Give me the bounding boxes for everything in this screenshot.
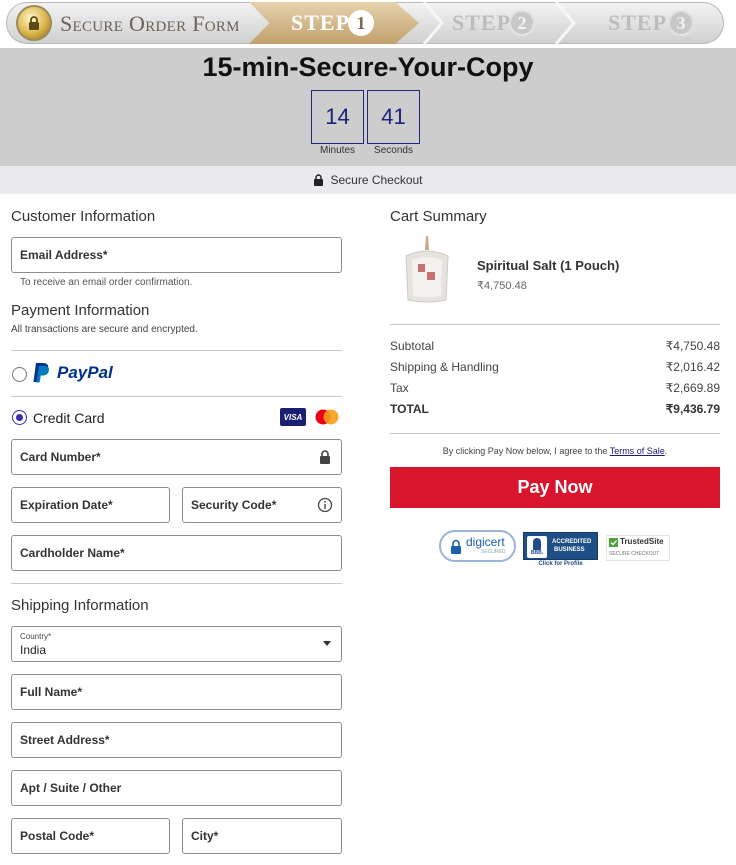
paypal-radio[interactable] [12, 367, 27, 382]
visa-icon: VISA [280, 408, 306, 426]
payment-info-heading: Payment Information [11, 302, 150, 319]
shipping-info-heading: Shipping Information [11, 597, 149, 614]
lock-icon [314, 174, 324, 186]
bbb-line-1: ACCREDITED [552, 539, 592, 545]
step-3-number: 3 [668, 10, 694, 36]
cardholder-placeholder: Cardholder Name* [20, 546, 125, 560]
tax-label: Tax [390, 381, 409, 395]
secure-order-form-label: Secure Order Form [60, 11, 240, 36]
postal-code-field[interactable]: Postal Code* [11, 818, 170, 854]
chevron-right-icon [422, 2, 444, 44]
paypal-label: PayPal [57, 363, 113, 382]
padlock-badge-icon [16, 5, 52, 41]
step-1-number: 1 [348, 10, 374, 36]
step-3-label: STEP [608, 10, 668, 35]
info-icon[interactable] [317, 497, 333, 513]
cart-item-price: ₹4,750.48 [477, 280, 527, 292]
terms-prefix: By clicking Pay Now below, I agree to th… [442, 446, 610, 456]
product-image [405, 236, 449, 303]
security-code-placeholder: Security Code* [191, 498, 277, 512]
credit-card-label[interactable]: Credit Card [33, 410, 105, 426]
divider [390, 324, 720, 325]
step-progress-bar: Secure Order Form STEP 1 STEP 2 STEP 3 [6, 2, 724, 44]
total-value: ₹9,436.79 [665, 402, 720, 416]
bbb-badge[interactable]: BBB. ACCREDITED BUSINESS [523, 532, 598, 560]
digicert-label: digicert [466, 535, 505, 549]
step-1-label: STEP [291, 10, 351, 35]
timer-minutes-label: Minutes [319, 145, 355, 156]
trustedsite-badge[interactable]: TrustedSite SECURE CHECKOUT [606, 535, 670, 561]
bbb-torch-icon: BBB. [527, 536, 547, 558]
digicert-badge[interactable]: digicert SECURED [439, 530, 516, 562]
terms-of-sale-link[interactable]: Terms of Sale [610, 446, 665, 456]
payment-subheading: All transactions are secure and encrypte… [11, 324, 198, 335]
card-number-field[interactable]: Card Number* [11, 439, 342, 475]
full-name-field[interactable]: Full Name* [11, 674, 342, 710]
lock-icon [320, 450, 330, 464]
checkmark-icon [609, 538, 618, 547]
street-address-field[interactable]: Street Address* [11, 722, 342, 758]
customer-info-heading: Customer Information [11, 208, 156, 225]
total-label: TOTAL [390, 402, 429, 416]
security-code-field[interactable]: Security Code* [182, 487, 342, 523]
secure-checkout-banner: Secure Checkout [0, 166, 736, 194]
pay-now-button[interactable]: Pay Now [390, 467, 720, 508]
subtotal-value: ₹4,750.48 [665, 339, 720, 353]
country-label: Country* [20, 632, 52, 641]
divider [11, 350, 342, 351]
trustedsite-sub: SECURE CHECKOUT [609, 551, 660, 557]
street-placeholder: Street Address* [20, 733, 110, 747]
step-2-number: 2 [509, 10, 535, 36]
step-2-label: STEP [452, 10, 512, 35]
bbb-profile-link[interactable]: Click for Profile [523, 561, 598, 567]
timer-seconds: 41 [367, 90, 420, 144]
timer-seconds-label: Seconds [374, 145, 413, 156]
cardholder-name-field[interactable]: Cardholder Name* [11, 535, 342, 571]
tax-value: ₹2,669.89 [665, 381, 720, 395]
divider [11, 583, 342, 584]
terms-suffix: . [664, 446, 668, 456]
digicert-lock-icon [451, 539, 461, 554]
subtotal-label: Subtotal [390, 339, 435, 353]
city-placeholder: City* [191, 829, 219, 843]
chevron-right-icon [554, 2, 576, 44]
trustedsite-label: TrustedSite [620, 537, 664, 546]
apt-placeholder: Apt / Suite / Other [20, 781, 122, 795]
apt-suite-field[interactable]: Apt / Suite / Other [11, 770, 342, 806]
paypal-logo-icon [33, 363, 49, 383]
secure-checkout-label: Secure Checkout [330, 173, 423, 187]
full-name-placeholder: Full Name* [20, 685, 83, 699]
email-placeholder: Email Address* [20, 248, 108, 262]
subtotal-row: Subtotal ₹4,750.48 [390, 339, 720, 353]
total-row: TOTAL ₹9,436.79 [390, 402, 720, 416]
country-value: India [20, 643, 47, 657]
terms-notice: By clicking Pay Now below, I agree to th… [390, 446, 720, 456]
email-field[interactable]: Email Address* [11, 237, 342, 273]
shipping-row: Shipping & Handling ₹2,016.42 [390, 360, 720, 374]
digicert-sub: SECURED [481, 549, 506, 555]
tax-row: Tax ₹2,669.89 [390, 381, 720, 395]
timer-title: 15-min-Secure-Your-Copy [202, 52, 534, 82]
cart-item-name: Spiritual Salt (1 Pouch) [477, 258, 620, 273]
countdown-timer-section: 15-min-Secure-Your-Copy 14 41 Minutes Se… [0, 48, 736, 166]
expiration-date-field[interactable]: Expiration Date* [11, 487, 170, 523]
postal-placeholder: Postal Code* [20, 829, 95, 843]
chevron-down-icon [323, 641, 331, 646]
expiration-placeholder: Expiration Date* [20, 498, 113, 512]
card-number-placeholder: Card Number* [20, 450, 101, 464]
credit-card-radio[interactable] [12, 410, 27, 425]
shipping-label: Shipping & Handling [390, 360, 499, 374]
city-field[interactable]: City* [182, 818, 342, 854]
timer-minutes: 14 [311, 90, 364, 144]
cart-summary-heading: Cart Summary [390, 208, 487, 225]
shipping-value: ₹2,016.42 [665, 360, 720, 374]
paypal-option[interactable]: PayPal [33, 362, 113, 384]
country-select[interactable]: Country* India [11, 626, 342, 662]
mastercard-icon [315, 409, 339, 425]
divider [390, 433, 720, 434]
bbb-line-2: BUSINESS [554, 547, 585, 553]
email-helper-text: To receive an email order confirmation. [20, 277, 193, 288]
bbb-mark: BBB. [530, 550, 544, 556]
divider [11, 396, 342, 397]
